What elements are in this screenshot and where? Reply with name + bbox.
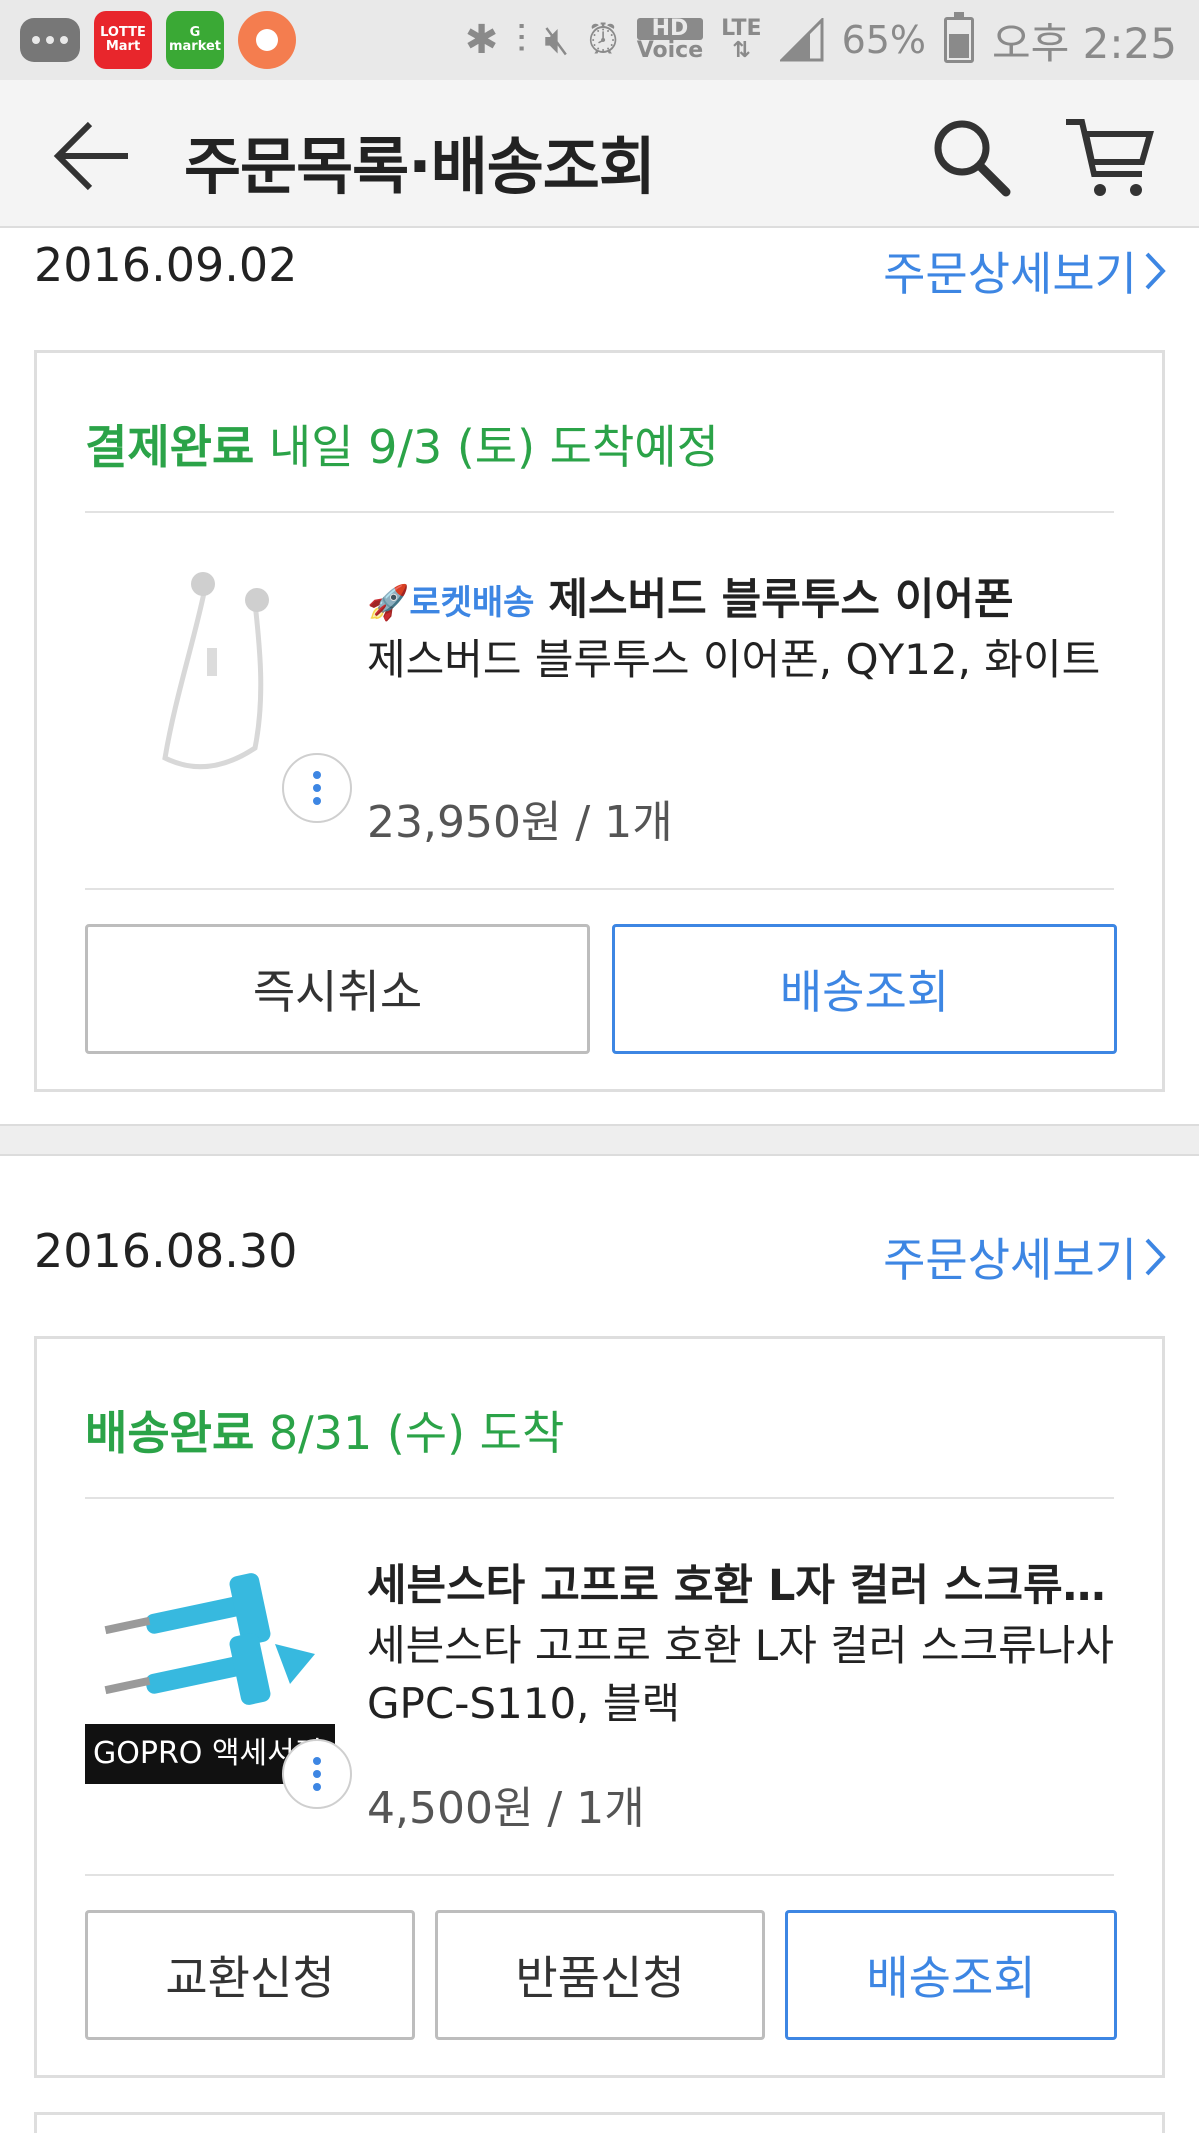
order-card: 배송완료 8/31 (수) 도착 GOPRO 액세서리 세븐스타 고프로 호환 …: [34, 1336, 1165, 2078]
more-options-button[interactable]: [282, 1739, 352, 1809]
more-options-button[interactable]: [282, 753, 352, 823]
status-bar: LOTTE Mart G market ✱ ⫶ 🔇︎ ⏰︎ HD Voice L…: [0, 0, 1199, 80]
status-text: 8/31 (수) 도착: [268, 1406, 565, 1460]
bluetooth-icon: ✱: [464, 17, 499, 63]
product-title[interactable]: 🚀로켓배송 제스버드 블루투스 이어폰: [367, 565, 1127, 627]
search-icon[interactable]: [926, 112, 1016, 202]
exchange-request-button[interactable]: 교환신청: [85, 1910, 415, 2040]
alarm-icon: ⏰︎: [587, 17, 619, 63]
track-delivery-button[interactable]: 배송조회: [785, 1910, 1117, 2040]
product-price: 23,950원 / 1개: [367, 797, 673, 848]
order-card: 결제완료 내일 9/3 (토) 도착예정 🚀로켓배송 제스버드 블루투스 이어폰 …: [34, 350, 1165, 1092]
order-detail-link-label: 주문상세보기: [883, 247, 1137, 301]
product-title[interactable]: 세븐스타 고프로 호환 L자 컬러 스크류나사 GPC-S110, 블랙: [367, 1551, 1127, 1613]
lotte-mart-app-icon: LOTTE Mart: [94, 11, 152, 69]
status-label: 결제완료: [85, 420, 255, 474]
product-price: 4,500원 / 1개: [367, 1783, 645, 1834]
record-app-icon: [238, 11, 296, 69]
order-detail-link-label: 주문상세보기: [883, 1233, 1137, 1287]
order-date: 2016.08.30: [34, 1224, 298, 1278]
app-bar: 주문목록·배송조회: [0, 80, 1199, 228]
gmarket-app-icon: G market: [166, 11, 224, 69]
battery-icon: [944, 12, 975, 63]
status-text: 내일 9/3 (토) 도착예정: [268, 420, 719, 474]
return-request-button[interactable]: 반품신청: [435, 1910, 765, 2040]
delivery-status: 배송완료 8/31 (수) 도착: [85, 1397, 564, 1463]
hd-voice-indicator: HD Voice: [636, 16, 704, 63]
cancel-order-button[interactable]: 즉시취소: [85, 924, 590, 1054]
chevron-right-icon: [1145, 1238, 1166, 1276]
order-detail-link[interactable]: 주문상세보기: [883, 1224, 1169, 1290]
delivery-status: 결제완료 내일 9/3 (토) 도착예정: [85, 411, 719, 477]
track-delivery-button[interactable]: 배송조회: [612, 924, 1117, 1054]
signal-icon: [779, 18, 824, 62]
chevron-right-icon: [1145, 252, 1166, 290]
divider: [85, 888, 1114, 890]
cart-icon[interactable]: [1062, 110, 1158, 206]
divider: [85, 1497, 1114, 1499]
lte-indicator: LTE ⇅: [721, 16, 762, 63]
vibrate-icon: ⫶: [516, 17, 527, 63]
product-option: 세븐스타 고프로 호환 L자 컬러 스크류나사 GPC-S110, 블랙: [367, 1621, 1115, 1728]
order-detail-link[interactable]: 주문상세보기: [883, 238, 1169, 304]
product-title-text: 제스버드 블루투스 이어폰: [548, 575, 1014, 625]
arrow-left-icon[interactable]: [52, 116, 132, 196]
order-date: 2016.09.02: [34, 238, 298, 292]
clock: 오후 2:25: [992, 18, 1177, 68]
next-order-card: [34, 2112, 1165, 2133]
page-title: 주문목록·배송조회: [184, 130, 656, 203]
mute-icon: 🔇︎: [544, 17, 570, 63]
gopro-screw-image: [85, 1534, 335, 1724]
battery-percent: 65%: [841, 18, 927, 62]
section-separator: [0, 1124, 1199, 1156]
divider: [85, 511, 1114, 513]
rocket-delivery-badge: 🚀로켓배송: [367, 583, 535, 623]
product-option: 제스버드 블루투스 이어폰, QY12, 화이트: [367, 635, 1101, 684]
divider: [85, 1874, 1114, 1876]
status-label: 배송완료: [85, 1406, 255, 1460]
chat-app-icon: [20, 18, 80, 62]
